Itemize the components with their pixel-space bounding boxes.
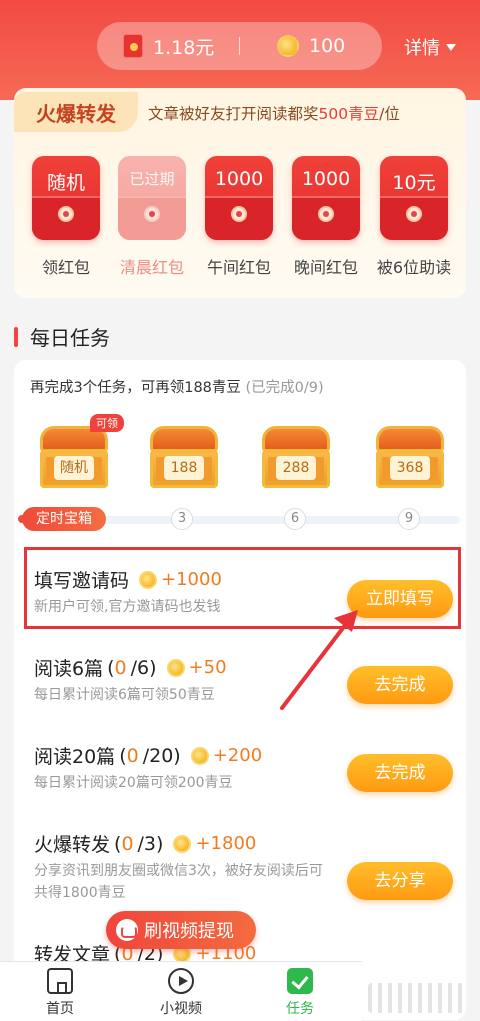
bean-balance[interactable]: 100 [277, 35, 345, 57]
task-title: 火爆转发 [34, 834, 111, 856]
red-packet-label: 领红包 [41, 258, 90, 277]
progress-node: 3 [171, 508, 193, 530]
task-title: 阅读20篇 [34, 746, 116, 768]
red-packet-label: 被6位助读 [376, 258, 452, 277]
red-packet-icon: 已过期 [118, 156, 186, 240]
tab-label: 小视频 [160, 1001, 202, 1017]
task-progress-done: 0 [121, 832, 134, 855]
task-reward: +200 [190, 745, 262, 766]
float-button-label: 刷视频提现 [144, 921, 234, 942]
bean-amount: 100 [309, 35, 346, 57]
share-button[interactable]: 去分享 [347, 862, 453, 900]
watermark [368, 983, 464, 1013]
watch-video-withdraw-button[interactable]: 刷视频提现 [106, 911, 256, 949]
coin-icon [173, 834, 192, 853]
share-tag: 火爆转发 [14, 92, 138, 132]
task-check-icon [287, 968, 313, 994]
red-packet-noon[interactable]: 1000 午间红包 [201, 156, 277, 278]
task-progress-total: /20 [142, 744, 174, 767]
chevron-down-icon [446, 43, 456, 51]
task-reward: +50 [166, 657, 227, 678]
task-progress-total: /3 [137, 832, 157, 855]
cash-amount: 1.18元 [153, 36, 215, 59]
chest-icon [150, 426, 218, 452]
task-description: 分享资讯到朋友圈或微信3次，被好友阅读后可共得1800青豆 [34, 863, 323, 901]
chat-bubble-icon [116, 919, 138, 941]
task-description: 每日累计阅读20篇可领200青豆 [34, 775, 233, 791]
detail-dropdown[interactable]: 详情 [404, 34, 456, 60]
complete-button[interactable]: 去完成 [347, 754, 453, 792]
task-progress-done: 0 [114, 656, 127, 679]
video-icon [168, 968, 194, 994]
tab-short-video[interactable]: 小视频 [136, 966, 226, 1018]
share-reward-highlight: 500青豆 [318, 105, 380, 123]
balance-pill[interactable]: 1.18元 100 [97, 22, 382, 70]
red-packet-label: 晚间红包 [293, 258, 358, 277]
red-packet-label: 午间红包 [206, 258, 271, 277]
red-packet-morning[interactable]: 已过期 清晨红包 [114, 156, 190, 278]
pill-divider [239, 37, 240, 55]
chest-icon [376, 426, 444, 452]
chest-icon [262, 426, 330, 452]
tab-label: 任务 [286, 1001, 314, 1017]
red-packet-icon [123, 34, 143, 58]
red-packet-icon: 10元 [380, 156, 448, 240]
tab-tasks[interactable]: 任务 [255, 966, 345, 1018]
task-progress-total: /6 [130, 656, 150, 679]
red-packet-helpers[interactable]: 10元 被6位助读 [376, 156, 452, 278]
red-packet-random[interactable]: 随机 领红包 [28, 156, 104, 278]
red-packet-icon: 1000 [292, 156, 360, 240]
tab-label: 首页 [46, 1001, 74, 1017]
progress-node: 9 [398, 508, 420, 530]
detail-label: 详情 [404, 38, 440, 59]
red-packet-evening[interactable]: 1000 晚间红包 [288, 156, 364, 278]
progress-node: 6 [284, 508, 306, 530]
treasure-chest-368[interactable]: 368 [376, 426, 444, 488]
home-icon [47, 968, 73, 994]
section-title: 每日任务 [14, 322, 110, 351]
task-description: 每日累计阅读6篇可领50青豆 [34, 687, 215, 703]
treasure-chest-188[interactable]: 188 [150, 426, 218, 488]
cash-balance[interactable]: 1.18元 [123, 33, 214, 60]
red-packet-label: 清晨红包 [119, 258, 184, 277]
share-card: 火爆转发 文章被好友打开阅读都奖500青豆/位 随机 领红包 已过期 清晨红包 … [14, 88, 466, 298]
coin-icon [277, 35, 299, 57]
treasure-chest-288[interactable]: 288 [262, 426, 330, 488]
red-packet-icon: 随机 [32, 156, 100, 240]
tab-home[interactable]: 首页 [15, 966, 105, 1018]
claimable-badge: 可领 [90, 414, 124, 432]
timed-chest-badge[interactable]: 定时宝箱 [18, 507, 106, 531]
daily-title: 每日任务 [30, 326, 110, 350]
highlight-box [24, 547, 461, 629]
section-accent-bar [14, 326, 18, 347]
red-packet-icon: 1000 [205, 156, 273, 240]
complete-button[interactable]: 去完成 [347, 666, 453, 704]
share-description: 文章被好友打开阅读都奖500青豆/位 [148, 105, 400, 123]
bottom-tab-bar: 首页 小视频 任务 [0, 961, 362, 1021]
task-intro: 再完成3个任务，可再领188青豆 (已完成0/9) [30, 380, 324, 396]
task-progress-done: 0 [126, 744, 139, 767]
task-reward: +1800 [173, 833, 256, 854]
coin-icon [190, 746, 209, 765]
coin-icon [166, 658, 185, 677]
task-title: 阅读6篇 [34, 658, 104, 680]
header-bar: 1.18元 100 详情 [0, 0, 480, 100]
treasure-chest-random[interactable]: 随机 可领 [40, 414, 124, 488]
